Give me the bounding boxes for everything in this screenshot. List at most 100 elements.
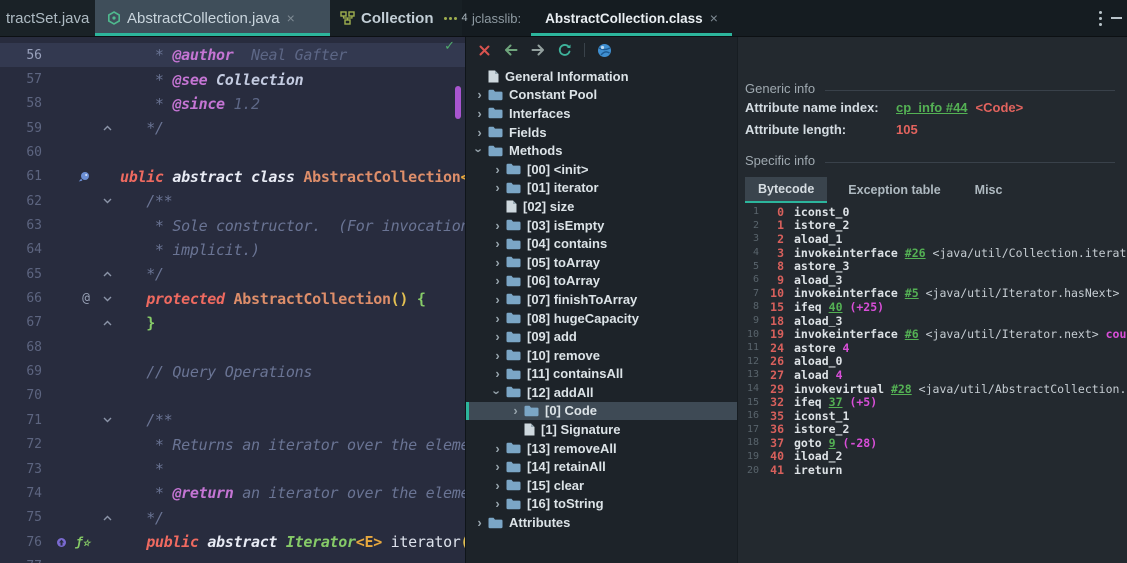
tree-expander-icon[interactable]: › [513, 404, 517, 417]
fold-marker[interactable] [94, 319, 120, 326]
more-tabs-indicator[interactable]: 4 [443, 12, 468, 24]
line-number[interactable]: 76 [0, 535, 42, 550]
tab-abstractcollection-java[interactable]: AbstractCollection.java × [95, 0, 330, 36]
tree-expander-icon[interactable]: › [495, 181, 499, 194]
close-icon[interactable] [476, 42, 492, 58]
gutter-override-icon[interactable] [56, 537, 67, 548]
fold-marker[interactable] [94, 514, 120, 521]
tree-item[interactable]: › [00] <init> [466, 160, 737, 179]
line-number[interactable]: 73 [0, 462, 42, 477]
tree-item[interactable]: › [0] Code [466, 401, 737, 421]
kebab-menu-icon[interactable] [1091, 0, 1109, 36]
hide-panel-icon[interactable] [1109, 0, 1125, 36]
gutter-class-icon[interactable] [78, 171, 90, 183]
tree-expander-icon[interactable]: › [490, 390, 505, 394]
tree-expander-icon[interactable]: › [495, 497, 499, 510]
line-number[interactable]: 57 [0, 72, 42, 87]
tab-exception-table[interactable]: Exception table [835, 177, 953, 203]
fold-marker[interactable] [94, 417, 120, 424]
gutter-function-icon[interactable]: ƒ☆ [76, 535, 90, 549]
inspection-check-icon[interactable]: ✓ [444, 39, 455, 54]
tree-item[interactable]: › [11] containsAll [466, 365, 737, 384]
tree-expander-icon[interactable]: › [495, 460, 499, 473]
fold-marker[interactable] [94, 125, 120, 132]
line-number[interactable]: 69 [0, 364, 42, 379]
line-number[interactable]: 60 [0, 145, 42, 160]
fold-marker[interactable] [94, 295, 120, 302]
tree-item[interactable]: › Fields [466, 123, 737, 142]
tree-expander-icon[interactable]: › [472, 149, 487, 153]
line-number[interactable]: 65 [0, 267, 42, 282]
line-number[interactable]: 67 [0, 315, 42, 330]
line-number[interactable]: 64 [0, 242, 42, 257]
bytecode-link[interactable]: 37 [829, 395, 843, 409]
tree-item[interactable]: › Methods [466, 141, 737, 160]
bytecode-link[interactable]: #26 [905, 246, 926, 260]
line-number[interactable]: 63 [0, 218, 42, 233]
tree-item[interactable]: › [09] add [466, 327, 737, 346]
forward-arrow-icon[interactable] [530, 42, 546, 58]
line-number[interactable]: 59 [0, 121, 42, 136]
tree-expander-icon[interactable]: › [495, 293, 499, 306]
bytecode-link[interactable]: 9 [829, 436, 836, 450]
tab-misc[interactable]: Misc [962, 177, 1016, 203]
reload-icon[interactable] [557, 42, 573, 58]
tab-collection[interactable]: Collection 4 [330, 0, 468, 36]
close-icon[interactable]: × [710, 10, 718, 26]
tab-abstractcollection-class[interactable]: AbstractCollection.class × [531, 0, 732, 36]
bytecode-link[interactable]: 40 [829, 300, 843, 314]
line-number[interactable]: 66 [0, 291, 42, 306]
tree-item[interactable]: › [13] removeAll [466, 439, 737, 458]
bytecode-link[interactable]: #5 [905, 287, 919, 301]
tree-expander-icon[interactable]: › [477, 88, 481, 101]
tab-abstractset-java[interactable]: tractSet.java × [0, 0, 95, 36]
line-number[interactable]: 72 [0, 437, 42, 452]
fold-marker[interactable] [94, 271, 120, 278]
tree-item[interactable]: › [07] finishToArray [466, 290, 737, 309]
gutter-annotate-icon[interactable]: @ [82, 291, 90, 306]
tree-expander-icon[interactable]: › [495, 479, 499, 492]
tree-expander-icon[interactable]: › [477, 107, 481, 120]
line-number[interactable]: 77 [0, 559, 42, 563]
code-editor[interactable]: 56 * @author Neal Gafter 57 * @see Collec… [0, 37, 465, 563]
tree-item[interactable]: › [05] toArray [466, 253, 737, 272]
tree-item[interactable]: › [10] remove [466, 346, 737, 365]
error-stripe-marker[interactable] [455, 86, 461, 119]
tree-expander-icon[interactable]: › [495, 349, 499, 362]
tree-item[interactable]: › Constant Pool [466, 86, 737, 105]
line-number[interactable]: 58 [0, 96, 42, 111]
tree-item[interactable]: › [16] toString [466, 495, 737, 514]
back-arrow-icon[interactable] [503, 42, 519, 58]
tree-item[interactable]: General Information [466, 67, 737, 86]
tree-expander-icon[interactable]: › [495, 163, 499, 176]
tree-item[interactable]: › [03] isEmpty [466, 216, 737, 235]
bytecode-link[interactable]: #28 [891, 382, 912, 396]
tree-item[interactable]: [02] size [466, 197, 737, 216]
close-icon[interactable]: × [287, 10, 295, 26]
tree-expander-icon[interactable]: › [495, 312, 499, 325]
tree-item[interactable]: › [14] retainAll [466, 457, 737, 476]
tree-expander-icon[interactable]: › [495, 237, 499, 250]
tree-item[interactable]: › Attributes [466, 513, 737, 532]
tab-bytecode[interactable]: Bytecode [745, 177, 828, 203]
tree-item[interactable]: › [08] hugeCapacity [466, 309, 737, 328]
tree-item[interactable]: › [04] contains [466, 234, 737, 253]
tree-expander-icon[interactable]: › [495, 256, 499, 269]
tree-expander-icon[interactable]: › [495, 442, 499, 455]
tree-item[interactable]: › [01] iterator [466, 179, 737, 198]
line-number[interactable]: 75 [0, 510, 42, 525]
line-number[interactable]: 56 [0, 48, 42, 63]
line-number[interactable]: 62 [0, 194, 42, 209]
line-number[interactable]: 71 [0, 413, 42, 428]
line-number[interactable]: 74 [0, 486, 42, 501]
browser-icon[interactable] [596, 42, 612, 58]
line-number[interactable]: 70 [0, 388, 42, 403]
tree-expander-icon[interactable]: › [495, 274, 499, 287]
tree-item[interactable]: › Interfaces [466, 104, 737, 123]
line-number[interactable]: 61 [0, 169, 42, 184]
tree-expander-icon[interactable]: › [477, 126, 481, 139]
cp-info-link[interactable]: cp_info #44 [896, 100, 968, 115]
tree-item[interactable]: › [06] toArray [466, 272, 737, 291]
bytecode-link[interactable]: #6 [905, 327, 919, 341]
tree-item[interactable]: › [15] clear [466, 476, 737, 495]
